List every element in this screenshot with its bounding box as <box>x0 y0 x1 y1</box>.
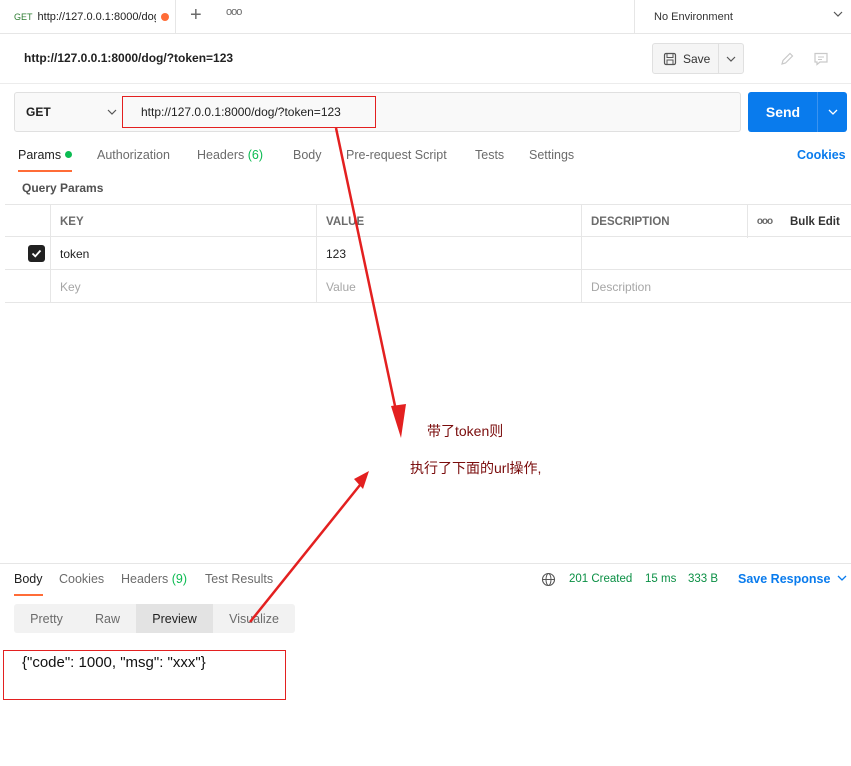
edit-button[interactable] <box>770 43 804 74</box>
request-tab[interactable]: GET http://127.0.0.1:8000/dog/?token=123 <box>0 0 176 34</box>
response-size[interactable]: 333 B <box>688 573 718 585</box>
table-row: token 123 <box>5 237 851 270</box>
unsaved-dot-icon <box>160 13 169 21</box>
view-pretty-button[interactable]: Pretty <box>14 604 79 633</box>
params-active-dot-icon <box>65 151 73 158</box>
new-description-input[interactable]: Description <box>581 270 851 303</box>
globe-icon[interactable] <box>541 572 556 587</box>
response-divider[interactable] <box>0 563 851 564</box>
chevron-down-icon <box>837 575 847 581</box>
tab-headers-label: Headers <box>197 148 245 162</box>
response-highlight-box <box>3 650 286 700</box>
response-time[interactable]: 15 ms <box>645 573 676 585</box>
tab-body[interactable]: Body <box>293 148 322 172</box>
check-icon <box>31 249 42 258</box>
send-button[interactable]: Send <box>748 92 818 132</box>
save-response-button[interactable]: Save Response <box>738 572 847 586</box>
new-value-input[interactable]: Value <box>316 270 582 303</box>
tab-params-label: Params <box>18 148 62 162</box>
bulk-edit-button[interactable]: Bulk Edit <box>781 205 851 238</box>
response-headers-label: Headers <box>121 572 169 586</box>
chevron-down-icon <box>107 109 117 115</box>
query-params-label: Query Params <box>22 181 104 195</box>
table-header-row: KEY VALUE DESCRIPTION ooo Bulk Edit <box>5 204 851 238</box>
chevron-down-icon <box>828 109 837 115</box>
table-row-empty: Key Value Description <box>5 270 851 303</box>
tab-settings[interactable]: Settings <box>529 148 574 172</box>
chevron-down-icon <box>833 11 843 17</box>
view-visualize-button[interactable]: Visualize <box>213 604 295 633</box>
tab-pre-request-script[interactable]: Pre-request Script <box>346 148 447 172</box>
response-tab-headers[interactable]: Headers (9) <box>121 572 187 596</box>
tab-params[interactable]: Params <box>18 148 73 172</box>
arrow-head-up-icon <box>354 471 369 489</box>
tab-title: http://127.0.0.1:8000/dog/?token=123 <box>37 11 156 23</box>
method-label: GET <box>26 105 51 119</box>
param-description-cell[interactable] <box>581 237 851 270</box>
param-value-cell[interactable]: 123 <box>316 237 582 270</box>
request-name[interactable]: http://127.0.0.1:8000/dog/?token=123 <box>24 51 233 65</box>
divider <box>0 83 851 84</box>
method-select[interactable]: GET <box>14 92 124 132</box>
response-tab-test-results[interactable]: Test Results <box>205 572 273 596</box>
save-icon <box>663 52 677 65</box>
response-tab-body[interactable]: Body <box>14 572 43 596</box>
annotation-line-2: 执行了下面的url操作, <box>410 460 542 476</box>
environment-label: No Environment <box>654 11 733 23</box>
pencil-icon <box>781 52 794 65</box>
column-header-key: KEY <box>50 205 317 238</box>
chevron-down-icon <box>726 56 736 62</box>
column-header-value: VALUE <box>316 205 582 238</box>
tab-authorization[interactable]: Authorization <box>97 148 170 172</box>
send-options-button[interactable] <box>817 92 847 132</box>
param-enabled-checkbox[interactable] <box>28 245 45 262</box>
save-button[interactable]: Save <box>652 43 719 74</box>
headers-count: (6) <box>247 148 264 162</box>
new-key-input[interactable]: Key <box>50 270 317 303</box>
view-preview-button[interactable]: Preview <box>136 604 213 633</box>
tab-tests[interactable]: Tests <box>475 148 504 172</box>
tab-bar: GET http://127.0.0.1:8000/dog/?token=123… <box>0 0 851 34</box>
tab-method: GET <box>14 12 33 22</box>
more-tabs-icon[interactable]: ooo <box>226 6 242 18</box>
more-options-icon[interactable]: ooo <box>747 205 781 238</box>
comments-button[interactable] <box>804 43 838 74</box>
environment-select[interactable]: No Environment <box>634 0 851 34</box>
url-highlight-box <box>122 96 376 128</box>
arrow-from-preview <box>249 484 361 623</box>
save-options-button[interactable] <box>718 43 744 74</box>
response-headers-count: (9) <box>171 572 188 586</box>
save-response-label: Save Response <box>738 572 831 586</box>
new-tab-plus-icon[interactable]: + <box>190 5 202 25</box>
view-raw-button[interactable]: Raw <box>79 604 136 633</box>
column-header-description: DESCRIPTION <box>581 205 748 238</box>
param-key-cell[interactable]: token <box>50 237 317 270</box>
response-tab-cookies[interactable]: Cookies <box>59 572 104 596</box>
arrow-head-down-icon <box>391 404 406 438</box>
save-label: Save <box>683 51 711 66</box>
annotation-line-1: 带了token则 <box>427 423 504 439</box>
cookies-link[interactable]: Cookies <box>797 148 846 162</box>
tab-headers[interactable]: Headers (6) <box>197 148 263 172</box>
status-code[interactable]: 201 Created <box>569 573 632 585</box>
view-mode-selector: Pretty Raw Preview Visualize <box>14 604 295 633</box>
comment-icon <box>814 52 828 66</box>
